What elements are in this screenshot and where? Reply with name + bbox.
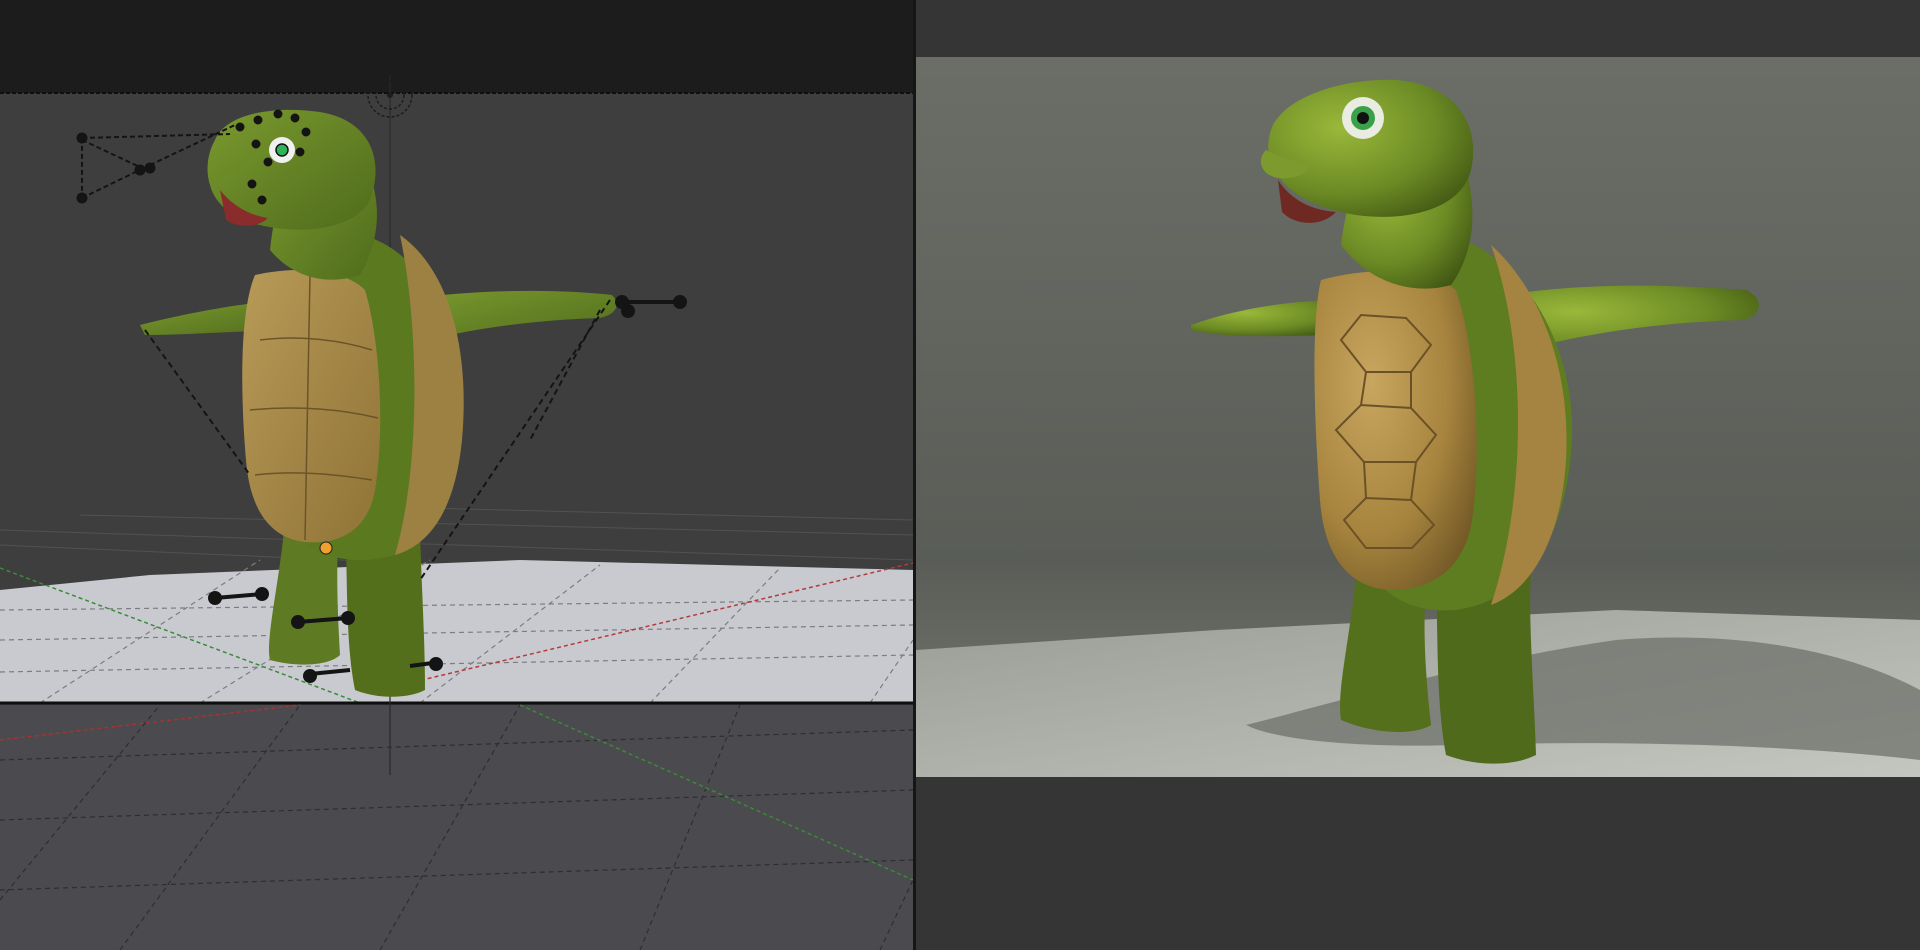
shell-plastron: [242, 270, 381, 543]
render-border-top: [916, 0, 1920, 57]
turtle-pupil: [275, 143, 289, 157]
rendered-shell-plastron: [1314, 271, 1477, 590]
viewport-left-canvas[interactable]: [0, 0, 913, 950]
viewport-3d-right-rendered[interactable]: [916, 0, 1920, 950]
viewport-right-canvas[interactable]: [916, 0, 1920, 950]
floor-plane: [0, 560, 913, 703]
camera-passepartout-top: [0, 0, 913, 93]
object-origin-dot[interactable]: [319, 541, 333, 555]
rendered-pupil: [1357, 112, 1369, 124]
render-border-bottom: [916, 777, 1920, 950]
blender-app: [0, 0, 1920, 950]
viewport-outside-camera: [0, 705, 913, 950]
viewport-3d-left[interactable]: [0, 0, 913, 950]
